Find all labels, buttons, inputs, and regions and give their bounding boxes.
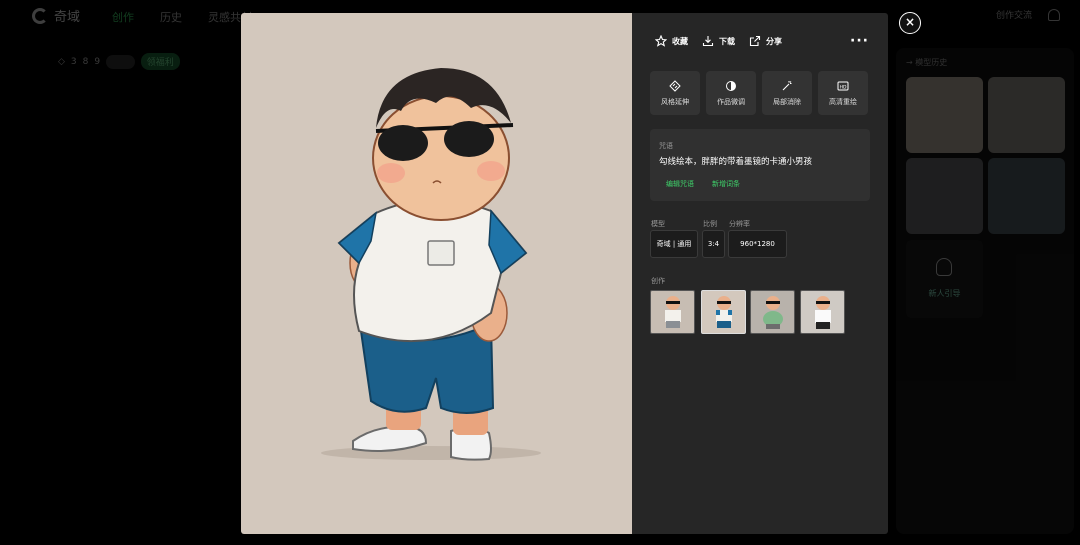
fine-tune-button[interactable]: 作品微调 — [706, 71, 756, 115]
add-term-link[interactable]: 新增词条 — [712, 179, 740, 189]
work-thumb[interactable] — [650, 290, 695, 334]
logo-icon — [32, 7, 48, 24]
prompt-label: 咒语 — [659, 142, 673, 150]
history-thumb[interactable] — [988, 77, 1065, 153]
cartoon-boy-illustration — [321, 68, 541, 461]
share-button[interactable]: 分享 — [749, 35, 782, 47]
detail-panel: 收藏 下载 分享 ··· 风格延伸 作品微调 局部消除 HD 高清重绘 咒语 勾… — [632, 13, 888, 534]
history-thumb[interactable] — [988, 158, 1065, 234]
nav-item-create[interactable]: 创作 — [112, 9, 134, 25]
boy-thumbnail — [763, 296, 783, 329]
tool-label: 高清重绘 — [829, 97, 857, 106]
download-label: 下载 — [719, 36, 735, 46]
points-digit: 3 — [70, 56, 77, 67]
points-digit: 9 — [94, 56, 101, 67]
action-bar: 收藏 下载 分享 — [655, 35, 782, 47]
boy-thumbnail — [665, 296, 681, 328]
points-digit: 8 — [82, 56, 89, 67]
half-circle-icon — [726, 80, 736, 91]
history-thumb[interactable] — [906, 158, 983, 234]
share-label: 分享 — [766, 36, 782, 46]
favorite-button[interactable]: 收藏 — [655, 35, 688, 47]
close-button[interactable]: × — [899, 12, 921, 34]
points-bar: ◇ 3 8 9 领福利 — [58, 53, 180, 70]
tool-label: 局部消除 — [773, 97, 801, 106]
resolution-value: 960*1280 — [728, 230, 787, 258]
ratio-label: 比例 — [703, 220, 717, 228]
favorite-label: 收藏 — [672, 36, 688, 46]
resolution-label: 分辨率 — [729, 220, 750, 228]
main-nav: 创作 历史 灵感共创 — [112, 9, 252, 25]
prompt-card: 咒语 勾线绘本，胖胖的带着墨镜的卡通小男孩 编辑咒语 新增词条 — [650, 129, 870, 201]
top-right-area: 创作交流 — [996, 8, 1060, 21]
hd-redraw-button[interactable]: HD 高清重绘 — [818, 71, 868, 115]
newbie-guide-card[interactable]: 新人引导 — [906, 240, 983, 318]
prompt-text: 勾线绘本，胖胖的带着墨镜的卡通小男孩 — [659, 157, 813, 167]
boy-thumbnail — [815, 296, 831, 329]
gem-icon: ◇ — [58, 56, 65, 67]
community-link[interactable]: 创作交流 — [996, 8, 1032, 21]
bell-icon[interactable] — [1048, 8, 1060, 21]
tool-label: 风格延伸 — [661, 97, 689, 106]
work-thumb[interactable] — [750, 290, 795, 334]
points-chip — [106, 54, 135, 69]
download-icon — [702, 36, 714, 47]
style-extend-button[interactable]: 风格延伸 — [650, 71, 700, 115]
preview-image — [241, 13, 632, 534]
share-icon — [749, 35, 761, 47]
local-erase-button[interactable]: 局部消除 — [762, 71, 812, 115]
history-thumb[interactable] — [906, 77, 983, 153]
boy-thumbnail — [716, 296, 732, 328]
edit-prompt-link[interactable]: 编辑咒语 — [666, 179, 694, 189]
history-panel: → 模型历史 新人引导 — [896, 48, 1074, 534]
newbie-guide-label: 新人引导 — [928, 289, 961, 298]
app-logo[interactable]: 奇域 — [32, 6, 80, 25]
nav-item-history[interactable]: 历史 — [160, 9, 182, 25]
more-options-button[interactable]: ··· — [850, 33, 869, 49]
tool-label: 作品微调 — [717, 97, 745, 106]
model-value: 奇域 | 通用 — [650, 230, 698, 258]
hd-icon: HD — [837, 81, 849, 90]
star-icon — [655, 35, 667, 47]
tool-buttons: 风格延伸 作品微调 局部消除 HD 高清重绘 — [650, 71, 868, 115]
works-label: 创作 — [651, 277, 665, 285]
model-label: 模型 — [651, 220, 665, 228]
history-panel-title: → 模型历史 — [906, 58, 948, 67]
lightbulb-icon — [936, 258, 952, 276]
diamond-arrows-icon — [669, 79, 681, 92]
logo-text: 奇域 — [54, 10, 81, 25]
work-thumb-selected[interactable] — [701, 290, 746, 334]
download-button[interactable]: 下载 — [702, 35, 735, 47]
work-thumb[interactable] — [800, 290, 845, 334]
svg-text:HD: HD — [840, 84, 847, 90]
magic-wand-icon — [782, 80, 792, 90]
welfare-badge[interactable]: 领福利 — [140, 53, 180, 70]
ratio-value: 3:4 — [702, 230, 725, 258]
